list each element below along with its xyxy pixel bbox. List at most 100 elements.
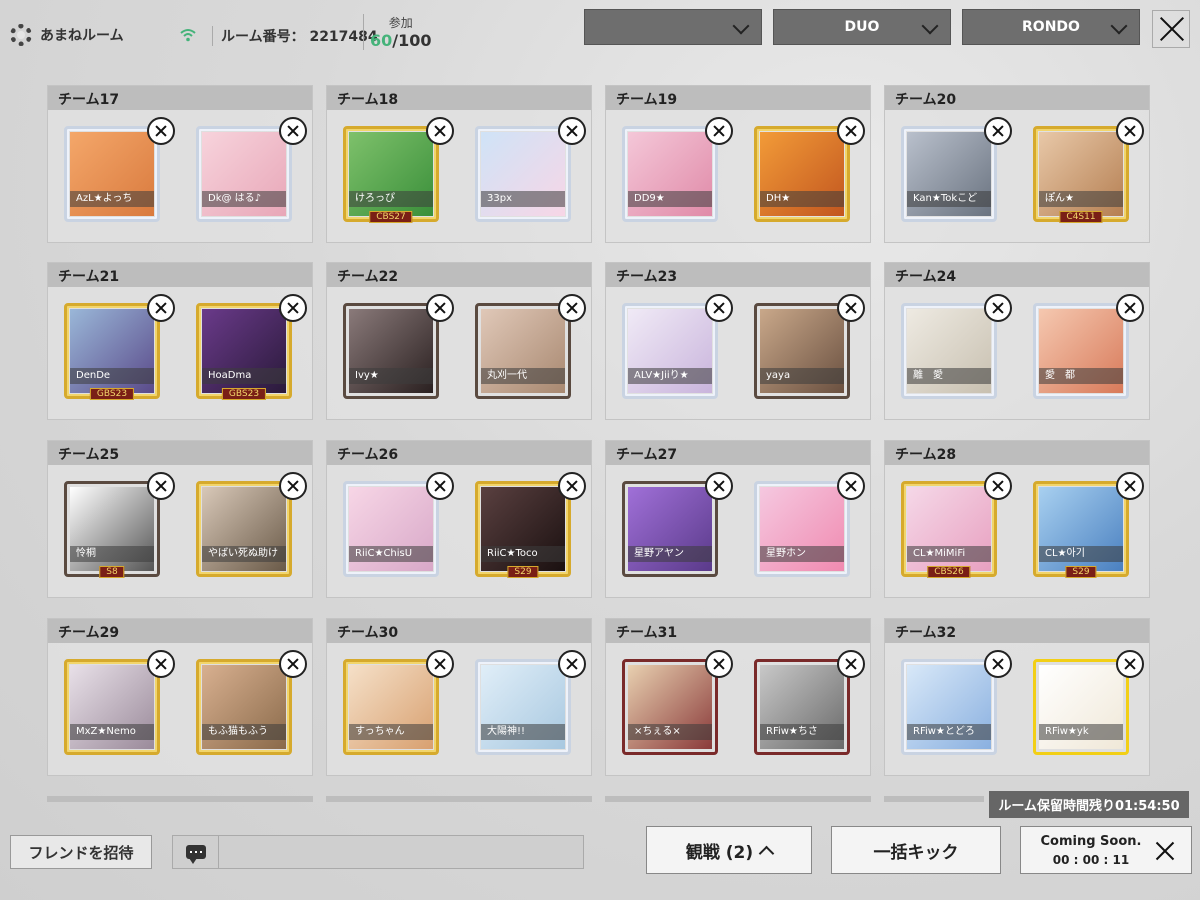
kick-player-close-icon[interactable] <box>279 472 307 500</box>
player-avatar[interactable]: もふ猫もふう <box>196 659 292 755</box>
player-avatar[interactable]: Dk@ はる♪ <box>196 126 292 222</box>
player-name: RFiw★ちさ <box>760 724 844 740</box>
kick-player-close-icon[interactable] <box>705 294 733 322</box>
player-avatar[interactable]: 33px <box>475 126 571 222</box>
kick-player-close-icon[interactable] <box>279 650 307 678</box>
kick-player-close-icon[interactable] <box>984 294 1012 322</box>
player-avatar[interactable]: 星野アヤン <box>622 481 718 577</box>
room-name[interactable]: あまねルーム <box>10 24 124 46</box>
kick-player-close-icon[interactable] <box>147 294 175 322</box>
team-title: チーム28 <box>885 441 1149 465</box>
player-avatar[interactable]: HoaDma GBS23 <box>196 303 292 400</box>
dropdown-map-name[interactable]: RONDO <box>962 9 1140 45</box>
player-name: CL★MiMiFi <box>907 546 991 562</box>
kick-player-close-icon[interactable] <box>1116 472 1144 500</box>
close-icon[interactable] <box>1152 10 1190 48</box>
kick-player-close-icon[interactable] <box>558 650 586 678</box>
player-name: 星野ホン <box>760 546 844 562</box>
kick-player-close-icon[interactable] <box>426 650 454 678</box>
kick-player-close-icon[interactable] <box>426 294 454 322</box>
player-avatar[interactable]: Kan★Tokこど <box>901 126 997 222</box>
player-avatar[interactable]: ぽん★ C4S11 <box>1033 126 1129 223</box>
player-avatar[interactable]: けろっぴ CBS27 <box>343 126 439 223</box>
player-avatar[interactable]: DenDe GBS23 <box>64 303 160 400</box>
player-avatar[interactable]: DD9★ <box>622 126 718 222</box>
spectate-label: 観戦 (2) <box>685 842 754 863</box>
kick-player-close-icon[interactable] <box>984 117 1012 145</box>
player-avatar[interactable]: RFiw★yk <box>1033 659 1129 755</box>
player-avatar[interactable]: CL★아기 S29 <box>1033 481 1129 578</box>
player-avatar[interactable]: 離 愛 <box>901 303 997 399</box>
kick-player-close-icon[interactable] <box>426 472 454 500</box>
spectate-button[interactable]: 観戦 (2) <box>646 826 812 874</box>
participants-label: 参加 <box>388 16 413 30</box>
player-name: 愛 都 <box>1039 368 1123 384</box>
kick-player-close-icon[interactable] <box>147 117 175 145</box>
invite-friends-button[interactable]: フレンドを招待 <box>10 835 152 869</box>
dropdown-map[interactable] <box>584 9 762 45</box>
player-name: 星野アヤン <box>628 546 712 562</box>
kick-player-close-icon[interactable] <box>147 650 175 678</box>
player-avatar[interactable]: やばい死ぬ助け <box>196 481 292 577</box>
player-name: もふ猫もふう <box>202 724 286 740</box>
player-avatar[interactable]: DH★ <box>754 126 850 222</box>
kick-player-close-icon[interactable] <box>147 472 175 500</box>
player-avatar[interactable]: 大陽神!! <box>475 659 571 755</box>
kick-player-close-icon[interactable] <box>1116 294 1144 322</box>
kick-player-close-icon[interactable] <box>279 117 307 145</box>
kick-all-button[interactable]: 一括キック <box>831 826 1001 874</box>
player-name: Ivy★ <box>349 368 433 384</box>
team-title: チーム30 <box>327 619 591 643</box>
dropdown-mode[interactable]: DUO <box>773 9 951 45</box>
player-avatar[interactable]: CL★MiMiFi CBS26 <box>901 481 997 578</box>
kick-player-close-icon[interactable] <box>705 472 733 500</box>
player-avatar[interactable]: 愛 都 <box>1033 303 1129 399</box>
player-avatar[interactable]: 丸刈一代 <box>475 303 571 399</box>
gear-icon[interactable] <box>10 24 32 46</box>
dropdown-mode-value: DUO <box>844 19 880 35</box>
player-avatar[interactable]: RiiC★ChisU <box>343 481 439 577</box>
kick-player-close-icon[interactable] <box>1116 650 1144 678</box>
team-card: チーム20 Kan★Tokこど ぽん★ C4S11 <box>884 85 1150 243</box>
team-title: チーム31 <box>606 619 870 643</box>
player-name: RiiC★Toco <box>481 546 565 562</box>
kick-player-close-icon[interactable] <box>837 117 865 145</box>
coming-soon-button[interactable]: Coming Soon. 00 : 00 : 11 <box>1020 826 1192 874</box>
player-avatar[interactable]: RFiw★とどろ <box>901 659 997 755</box>
chat-icon[interactable] <box>173 836 219 868</box>
player-name: すっちゃん <box>349 724 433 740</box>
player-avatar[interactable]: 怜桐 S8 <box>64 481 160 578</box>
kick-player-close-icon[interactable] <box>558 472 586 500</box>
kick-player-close-icon[interactable] <box>705 650 733 678</box>
kick-player-close-icon[interactable] <box>984 472 1012 500</box>
kick-player-close-icon[interactable] <box>837 294 865 322</box>
player-avatar[interactable]: RFiw★ちさ <box>754 659 850 755</box>
coming-soon-label: Coming Soon. <box>1040 834 1142 849</box>
player-avatar[interactable]: Ivy★ <box>343 303 439 399</box>
chat-input[interactable] <box>172 835 584 869</box>
close-icon[interactable] <box>1153 839 1177 863</box>
team-card: チーム29 MxZ★Nemo もふ猫もふう <box>47 618 313 776</box>
kick-player-close-icon[interactable] <box>558 294 586 322</box>
player-avatar[interactable]: ×ちぇる× <box>622 659 718 755</box>
player-avatar[interactable]: MxZ★Nemo <box>64 659 160 755</box>
player-name: DenDe <box>70 368 154 384</box>
player-avatar[interactable]: 星野ホン <box>754 481 850 577</box>
kick-player-close-icon[interactable] <box>279 294 307 322</box>
player-avatar[interactable]: AzL★よっち <box>64 126 160 222</box>
kick-player-close-icon[interactable] <box>1116 117 1144 145</box>
player-avatar[interactable]: yaya <box>754 303 850 399</box>
player-avatar[interactable]: ALV★Jiiり★ <box>622 303 718 399</box>
player-avatar[interactable]: すっちゃん <box>343 659 439 755</box>
player-name: ×ちぇる× <box>628 724 712 740</box>
kick-player-close-icon[interactable] <box>837 650 865 678</box>
season-badge: S29 <box>1065 566 1097 578</box>
kick-player-close-icon[interactable] <box>705 117 733 145</box>
coming-soon-timer: 00 : 00 : 11 <box>1052 853 1130 867</box>
kick-player-close-icon[interactable] <box>984 650 1012 678</box>
team-card-partial <box>47 796 313 802</box>
kick-player-close-icon[interactable] <box>837 472 865 500</box>
kick-player-close-icon[interactable] <box>426 117 454 145</box>
player-avatar[interactable]: RiiC★Toco S29 <box>475 481 571 578</box>
kick-player-close-icon[interactable] <box>558 117 586 145</box>
